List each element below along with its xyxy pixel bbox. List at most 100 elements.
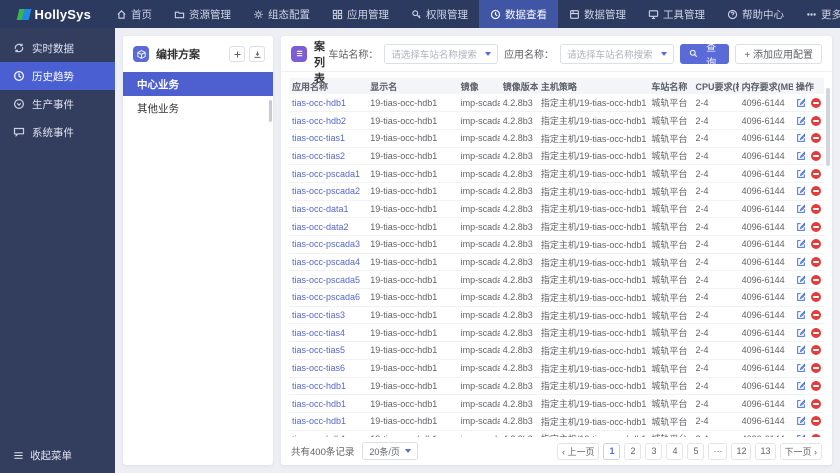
page-number-button[interactable]: ···	[708, 442, 728, 460]
forbid-icon[interactable]	[810, 257, 821, 268]
search-button[interactable]: 查询	[679, 43, 730, 69]
app-name-link[interactable]: tias-occ-tias6	[289, 359, 368, 378]
next-page-button[interactable]: 下一页 ›	[779, 442, 822, 460]
edit-icon[interactable]	[796, 133, 806, 143]
app-name-link[interactable]: tias-occ-hdb1	[289, 412, 368, 431]
display-name-cell: 19-tias-occ-hdb1	[367, 323, 458, 343]
nav-item-app-mgmt[interactable]: 应用管理	[321, 0, 400, 28]
edit-icon[interactable]	[796, 310, 806, 320]
forbid-icon[interactable]	[810, 363, 821, 374]
station-cell: 城轨平台	[648, 217, 693, 236]
prev-page-button[interactable]: ‹ 上一页	[556, 442, 600, 460]
forbid-icon[interactable]	[810, 380, 821, 391]
edit-icon[interactable]	[796, 398, 806, 409]
edit-icon[interactable]	[796, 416, 806, 426]
app-name-link[interactable]: tias-occ-pscada6	[289, 288, 368, 307]
app-name-link[interactable]: tias-occ-pscada4	[289, 253, 368, 272]
forbid-icon[interactable]	[810, 292, 821, 303]
display-name-cell: 19-tias-occ-hdb1	[367, 129, 458, 148]
app-select[interactable]: 请选择车站名称搜索	[560, 43, 674, 64]
page-number-button[interactable]: 2	[624, 442, 642, 460]
nav-item-resource-mgmt[interactable]: 资源管理	[163, 0, 242, 28]
edit-icon[interactable]	[796, 97, 806, 108]
plans-scrollbar[interactable]	[269, 100, 272, 122]
forbid-icon[interactable]	[810, 239, 821, 250]
edit-icon[interactable]	[796, 151, 806, 161]
station-select[interactable]: 请选择车站名称搜索	[384, 43, 499, 64]
app-name-link[interactable]: tias-occ-tias5	[289, 341, 368, 360]
forbid-icon[interactable]	[810, 416, 821, 427]
page-number-button[interactable]: 13	[755, 442, 776, 460]
page-number-button[interactable]: 12	[731, 442, 752, 460]
host-policy-cell: 指定主机/19-tias-occ-hdb1	[537, 147, 649, 166]
sidebar-item-history-trend[interactable]: 历史趋势	[0, 62, 115, 90]
nav-item-data-view[interactable]: 数据查看	[479, 0, 558, 28]
app-name-link[interactable]: tias-occ-hdb1	[289, 394, 368, 413]
forbid-icon[interactable]	[810, 345, 821, 356]
app-name-link[interactable]: tias-occ-data1	[289, 200, 368, 219]
edit-icon[interactable]	[796, 115, 806, 126]
page-number-button[interactable]: 1	[603, 442, 621, 460]
sidebar-item-realtime-data[interactable]: 实时数据	[0, 34, 115, 62]
forbid-icon[interactable]	[810, 398, 821, 409]
app-name-link[interactable]: tias-occ-tias3	[289, 306, 368, 325]
nav-item-home[interactable]: 首页	[105, 0, 163, 28]
page-number-button[interactable]: 5	[687, 442, 705, 460]
app-name-link[interactable]: tias-occ-pscada1	[289, 164, 368, 183]
forbid-icon[interactable]	[810, 186, 821, 197]
app-name-link[interactable]: tias-occ-tias1	[289, 129, 368, 148]
nav-item-tool-mgmt[interactable]: 工具管理	[637, 0, 716, 28]
nav-item-data-mgmt[interactable]: 数据管理	[558, 0, 637, 28]
display-name-cell: 19-tias-occ-hdb1	[367, 270, 458, 290]
forbid-icon[interactable]	[810, 274, 821, 285]
edit-icon[interactable]	[796, 168, 806, 179]
nav-item-config[interactable]: 组态配置	[242, 0, 321, 28]
edit-icon[interactable]	[796, 239, 806, 249]
forbid-icon[interactable]	[810, 310, 821, 321]
forbid-icon[interactable]	[810, 150, 821, 161]
forbid-icon[interactable]	[810, 203, 821, 214]
edit-icon[interactable]	[796, 275, 806, 285]
cpu-cell: 2-4	[692, 147, 739, 166]
app-name-link[interactable]: tias-occ-data2	[289, 217, 368, 236]
nav-item-help-center[interactable]: 帮助中心	[716, 0, 795, 28]
edit-icon[interactable]	[796, 381, 806, 391]
app-name-link[interactable]: tias-occ-pscada3	[289, 235, 368, 254]
edit-icon[interactable]	[796, 345, 806, 355]
import-plan-button[interactable]	[249, 46, 265, 62]
add-app-config-button[interactable]: + 添加应用配置	[735, 43, 822, 64]
collapse-menu-button[interactable]: 收起菜单	[13, 448, 72, 463]
add-plan-button[interactable]	[229, 46, 245, 62]
table-scrollbar[interactable]	[826, 88, 830, 166]
plan-list-item[interactable]: 其他业务	[123, 96, 273, 120]
forbid-icon[interactable]	[810, 97, 821, 108]
sidebar-item-system-events[interactable]: 系统事件	[0, 118, 115, 146]
app-name-link[interactable]: tias-occ-hdb1	[289, 377, 368, 396]
plan-list-item[interactable]: 中心业务	[123, 72, 273, 96]
forbid-icon[interactable]	[810, 115, 821, 126]
app-name-link[interactable]: tias-occ-pscada2	[289, 182, 368, 201]
edit-icon[interactable]	[796, 221, 806, 232]
edit-icon[interactable]	[796, 257, 806, 267]
nav-item-permission-mgmt[interactable]: 权限管理	[400, 0, 479, 28]
edit-icon[interactable]	[796, 363, 806, 373]
sidebar-item-production-events[interactable]: 生产事件	[0, 90, 115, 118]
forbid-icon[interactable]	[810, 327, 821, 338]
app-name-link[interactable]: tias-occ-tias2	[289, 147, 368, 166]
forbid-icon[interactable]	[810, 221, 821, 232]
page-number-button[interactable]: 3	[645, 442, 663, 460]
edit-icon[interactable]	[796, 186, 806, 196]
edit-icon[interactable]	[796, 292, 806, 302]
app-name-link[interactable]: tias-occ-hdb1	[289, 94, 368, 113]
page-size-select[interactable]: 20条/页	[362, 442, 418, 460]
app-name-link[interactable]: tias-occ-tias4	[289, 323, 368, 343]
key-icon	[411, 9, 422, 20]
edit-icon[interactable]	[796, 328, 806, 338]
forbid-icon[interactable]	[810, 133, 821, 144]
page-number-button[interactable]: 4	[666, 442, 684, 460]
nav-item-more[interactable]: 更多	[795, 0, 840, 28]
app-name-link[interactable]: tias-occ-hdb2	[289, 111, 368, 130]
forbid-icon[interactable]	[810, 168, 821, 179]
edit-icon[interactable]	[796, 204, 806, 214]
app-name-link[interactable]: tias-occ-pscada5	[289, 270, 368, 290]
